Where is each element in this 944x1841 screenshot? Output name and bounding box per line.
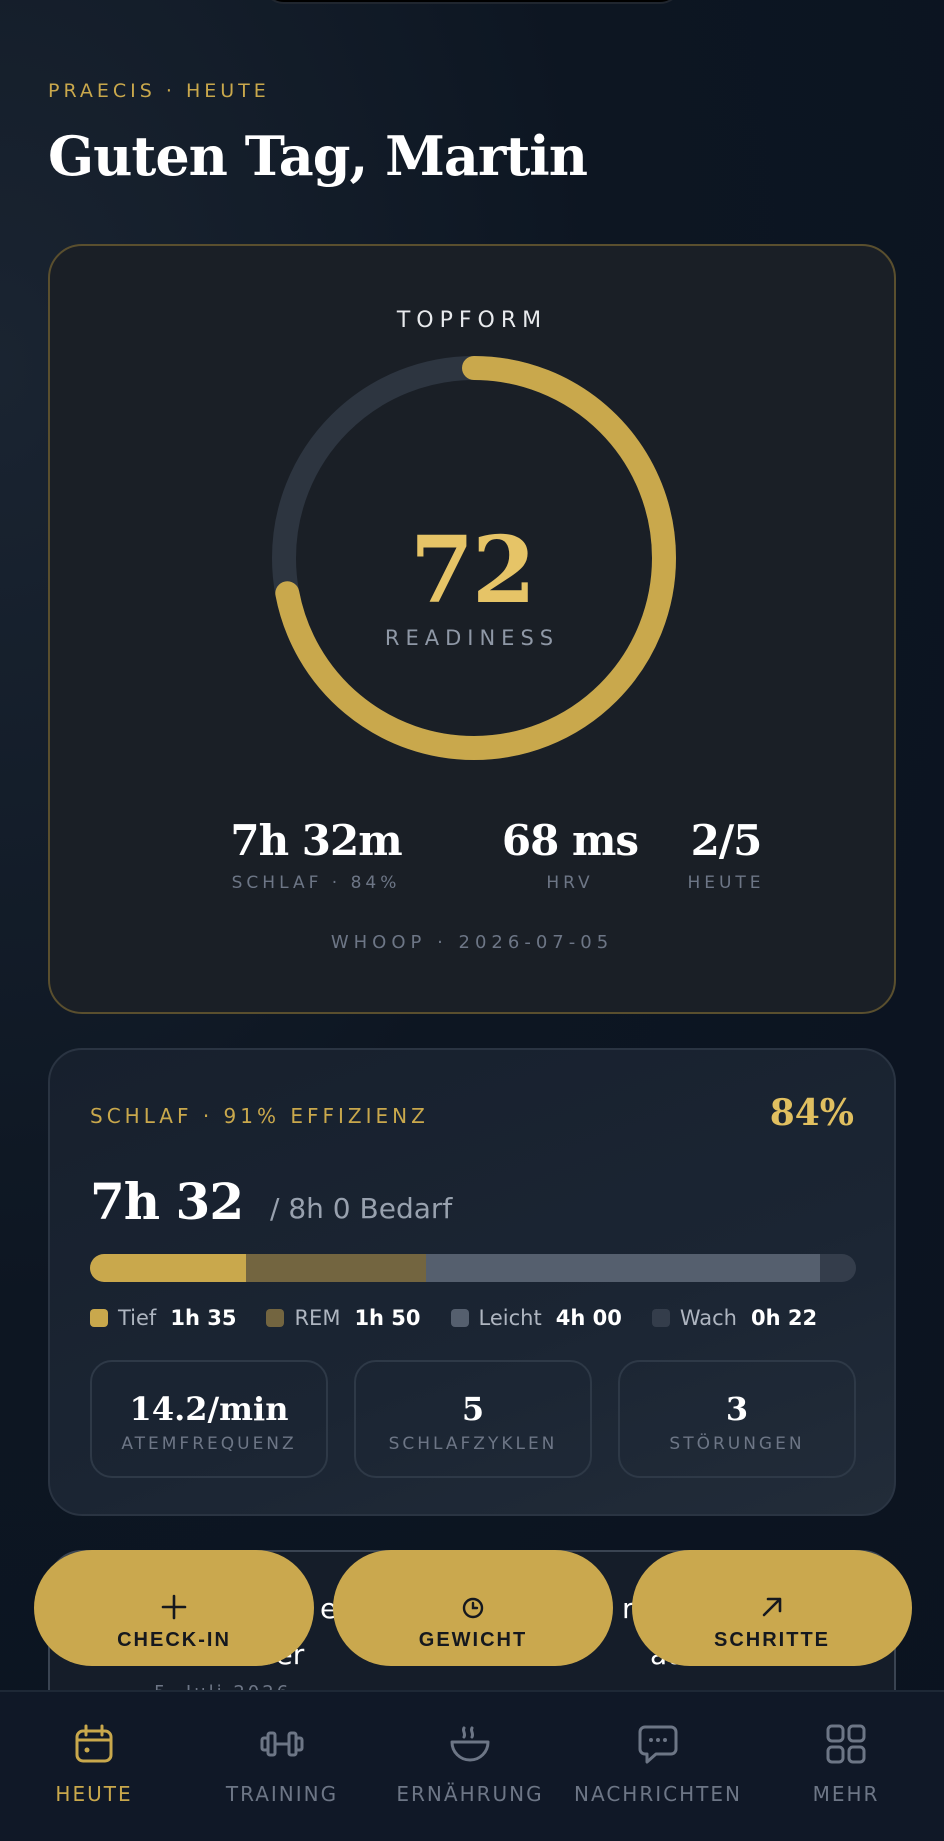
dumbbell-icon xyxy=(188,1722,376,1766)
nav-item-nachrichten[interactable]: NACHRICHTEN xyxy=(564,1722,752,1806)
check-in-button[interactable]: CHECK-IN xyxy=(34,1550,314,1666)
stat-label: HEUTE xyxy=(687,873,765,893)
metric-cycles: 5 SCHLAFZYKLEN xyxy=(354,1360,592,1478)
calendar-icon xyxy=(0,1722,188,1766)
stage-segment-awake xyxy=(819,1254,856,1282)
legend-item-light: Leicht 4h 00 xyxy=(450,1306,622,1330)
data-source: WHOOP · 2026-07-05 xyxy=(330,932,614,953)
chat-icon xyxy=(564,1722,752,1766)
legend-name: Tief xyxy=(118,1306,157,1330)
arrow-up-right-icon xyxy=(632,1593,912,1621)
metric-label: STÖRUNGEN xyxy=(669,1434,805,1454)
readiness-score: 72 xyxy=(409,516,536,624)
grid-icon xyxy=(752,1722,940,1766)
stat-today: 2/5 HEUTE xyxy=(636,816,816,893)
sleep-need: / 8h 0 Bedarf xyxy=(270,1192,453,1225)
plus-icon xyxy=(34,1593,314,1621)
page-eyebrow: PRAECIS · HEUTE xyxy=(48,80,270,102)
bottom-nav: HEUTE TRAINING ERNÄHRUNG NACHRICHTEN MEH… xyxy=(0,1690,944,1841)
sleep-legend: Tief 1h 35 REM 1h 50 Leicht 4h 00 Wach 0h 22 xyxy=(90,1306,817,1330)
stage-segment-rem xyxy=(245,1254,427,1282)
sleep-eyebrow: SCHLAF · 91% EFFIZIENZ xyxy=(90,1104,429,1128)
sleep-card[interactable]: SCHLAF · 91% EFFIZIENZ 84% 7h 32 / 8h 0 … xyxy=(48,1048,896,1516)
device-notch xyxy=(262,0,682,4)
metric-label: SCHLAFZYKLEN xyxy=(388,1434,558,1454)
legend-item-deep: Tief 1h 35 xyxy=(90,1306,236,1330)
legend-name: Leicht xyxy=(478,1306,542,1330)
check-in-label: CHECK-IN xyxy=(117,1628,231,1651)
clock-icon xyxy=(333,1593,613,1621)
metric-respiration: 14.2/min ATEMFREQUENZ xyxy=(90,1360,328,1478)
legend-name: Wach xyxy=(679,1306,737,1330)
sleep-duration: 7h 32 xyxy=(90,1172,244,1231)
nav-item-heute[interactable]: HEUTE xyxy=(0,1722,188,1806)
metric-disturbances: 3 STÖRUNGEN xyxy=(618,1360,856,1478)
legend-swatch xyxy=(90,1309,108,1327)
nav-label: TRAINING xyxy=(225,1782,339,1806)
nav-label: NACHRICHTEN xyxy=(574,1782,742,1806)
steps-label: SCHRITTE xyxy=(714,1628,830,1651)
nav-item-training[interactable]: TRAINING xyxy=(188,1722,376,1806)
bowl-icon xyxy=(376,1722,564,1766)
readiness-status: TOPFORM xyxy=(396,308,548,333)
stat-label: SCHLAF · 84% xyxy=(231,873,401,893)
legend-value: 0h 22 xyxy=(751,1306,818,1330)
legend-swatch xyxy=(651,1309,670,1327)
metric-value: 5 xyxy=(461,1390,485,1428)
readiness-label: READINESS xyxy=(384,626,560,650)
readiness-card[interactable]: TOPFORM 72 READINESS 7h 32m SCHLAF · 84%… xyxy=(48,244,896,1014)
weight-label: GEWICHT xyxy=(418,1628,528,1651)
page-title: Guten Tag, Martin xyxy=(48,124,588,188)
legend-value: 4h 00 xyxy=(555,1306,622,1330)
stat-value: 2/5 xyxy=(690,816,763,865)
legend-name: REM xyxy=(294,1306,341,1330)
stage-segment-deep xyxy=(90,1254,246,1282)
stage-segment-light xyxy=(426,1254,820,1282)
metric-value: 14.2/min xyxy=(129,1390,289,1428)
stat-sleep: 7h 32m SCHLAF · 84% xyxy=(196,816,436,893)
nav-label: MEHR xyxy=(812,1782,880,1806)
steps-button[interactable]: SCHRITTE xyxy=(632,1550,912,1666)
stat-value: 7h 32m xyxy=(230,816,402,865)
legend-swatch xyxy=(266,1309,285,1327)
nav-label: HEUTE xyxy=(55,1782,133,1806)
nav-label: ERNÄHRUNG xyxy=(396,1782,544,1806)
weight-button[interactable]: GEWICHT xyxy=(333,1550,613,1666)
nav-item-ernaehrung[interactable]: ERNÄHRUNG xyxy=(376,1722,564,1806)
sleep-stage-bar xyxy=(90,1254,856,1282)
legend-value: 1h 50 xyxy=(354,1306,421,1330)
legend-value: 1h 35 xyxy=(170,1306,237,1330)
legend-item-rem: REM 1h 50 xyxy=(266,1306,421,1330)
nav-item-mehr[interactable]: MEHR xyxy=(752,1722,940,1806)
sleep-percent: 84% xyxy=(769,1092,854,1134)
legend-swatch xyxy=(450,1309,469,1327)
legend-item-awake: Wach 0h 22 xyxy=(651,1306,818,1330)
metric-value: 3 xyxy=(725,1390,749,1428)
metric-label: ATEMFREQUENZ xyxy=(121,1434,297,1454)
